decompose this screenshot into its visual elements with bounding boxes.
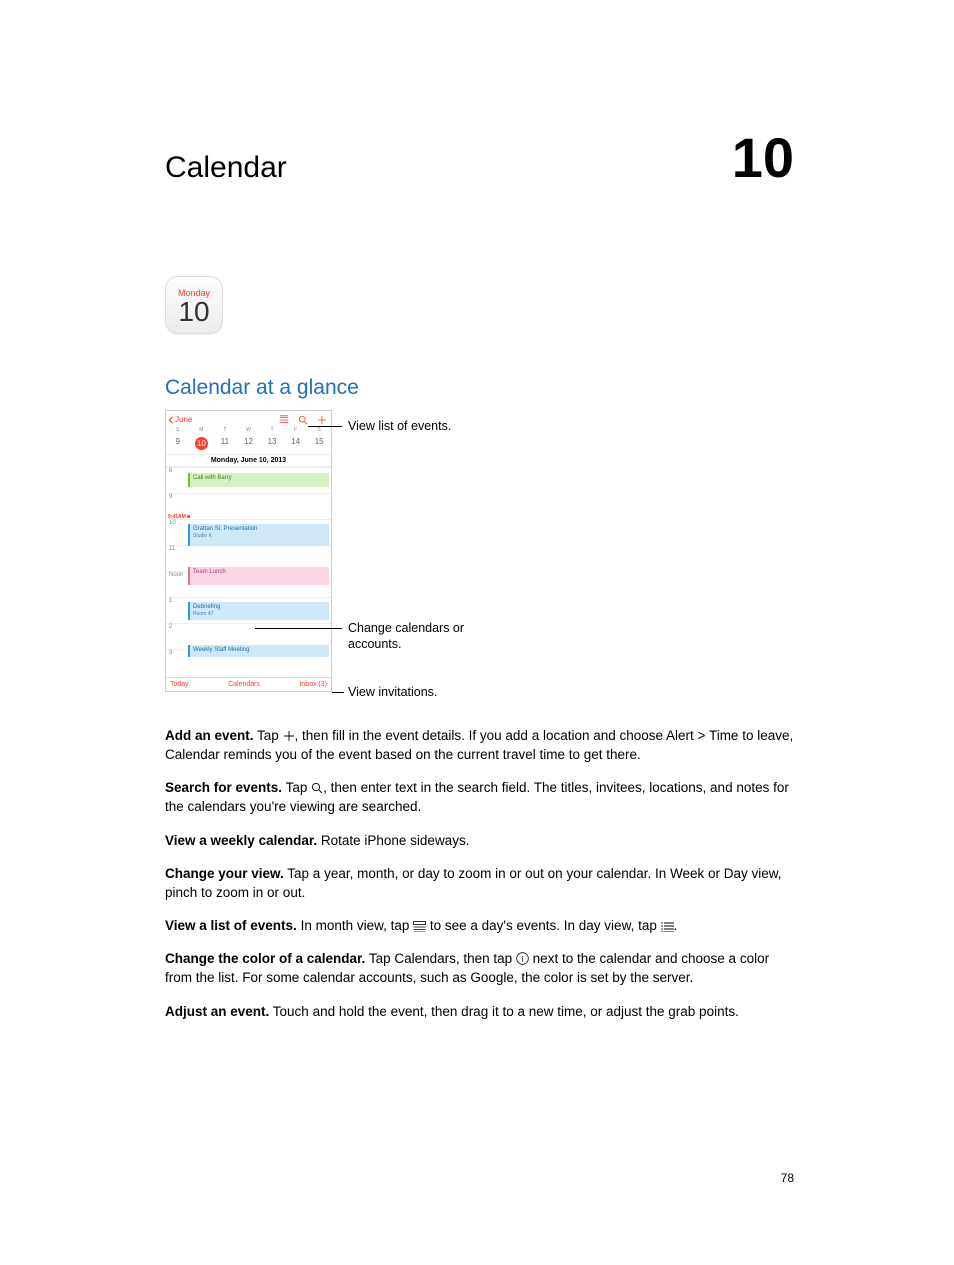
callout-change: Change calendars or accounts. xyxy=(342,620,492,653)
plus-icon[interactable] xyxy=(317,415,327,425)
svg-text:i: i xyxy=(521,955,524,964)
inbox-button[interactable]: Inbox (3) xyxy=(299,681,327,688)
callout-invites: View invitations. xyxy=(342,684,437,700)
chevron-left-icon xyxy=(168,416,174,424)
day-list-icon xyxy=(661,922,674,932)
page-number: 78 xyxy=(781,1171,794,1185)
section-title: Calendar at a glance xyxy=(165,376,794,400)
month-list-icon xyxy=(413,921,426,932)
info-icon: i xyxy=(516,952,529,965)
callout-list: View list of events. xyxy=(342,418,451,434)
calendars-button[interactable]: Calendars xyxy=(228,681,260,688)
timeline: 9:41AM 891011Noon123Call with BarryGratt… xyxy=(166,467,331,677)
callouts: View list of events. Change calendars or… xyxy=(332,410,794,700)
icon-day: 10 xyxy=(178,298,209,326)
weekday-row: SMTWTFS xyxy=(166,425,331,435)
date-row: 9101112131415 xyxy=(166,435,331,454)
list-icon[interactable] xyxy=(279,415,289,425)
search-icon[interactable] xyxy=(298,415,308,425)
plus-icon xyxy=(283,730,295,742)
body-text: Add an event. Tap , then fill in the eve… xyxy=(165,726,794,1021)
search-icon xyxy=(311,782,323,794)
chapter-number: 10 xyxy=(732,130,794,186)
today-button[interactable]: Today xyxy=(170,681,189,688)
calendar-screenshot: June SMTWTFS 9101112131415 Monday, June … xyxy=(165,410,332,692)
back-button[interactable]: June xyxy=(168,415,192,424)
calendar-app-icon: Monday 10 xyxy=(165,276,223,334)
chapter-title: Calendar xyxy=(165,151,287,185)
day-header: Monday, June 10, 2013 xyxy=(166,454,331,467)
